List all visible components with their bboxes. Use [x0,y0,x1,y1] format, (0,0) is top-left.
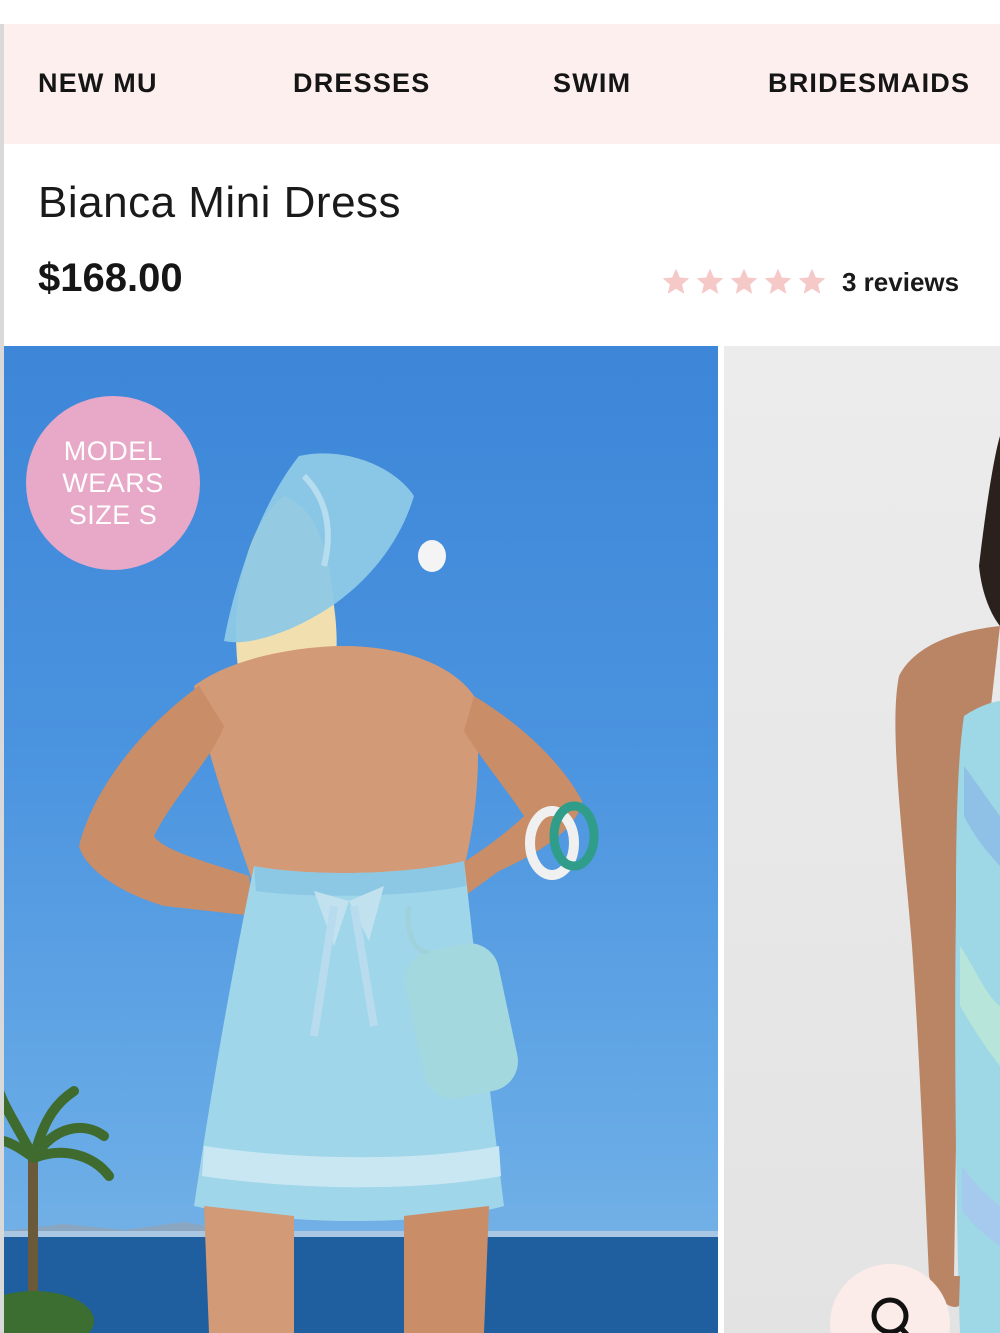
nav-item-swim[interactable]: SWIM [553,68,631,99]
reviews-link[interactable]: 3 reviews [842,267,959,298]
badge-line-2: WEARS [62,468,164,498]
product-price: $168.00 [38,256,183,300]
star-icon [798,268,826,294]
nav-item-new-mu[interactable]: NEW MU [38,68,158,99]
product-rating[interactable]: 3 reviews [660,262,959,302]
star-icon [662,268,690,294]
star-icon [730,268,758,294]
category-nav: NEW MU DRESSES SWIM BRIDESMAIDS [4,24,1000,144]
product-photo-model-front [895,436,1000,1333]
star-icon [764,268,792,294]
zoom-button[interactable] [830,1264,950,1333]
star-icon [696,268,724,294]
nav-item-bridesmaids[interactable]: BRIDESMAIDS [768,68,970,99]
search-icon [871,1297,910,1333]
product-title: Bianca Mini Dress [38,178,402,227]
status-strip [0,0,1000,24]
rating-stars [660,266,828,298]
badge-line-1: MODEL [63,436,163,466]
product-image-secondary[interactable] [724,346,1000,1333]
nav-item-dresses[interactable]: DRESSES [293,68,430,99]
size-badge: MODEL WEARS SIZE S [26,396,200,570]
badge-line-3: SIZE S [68,500,158,530]
product-image-main[interactable]: MODEL WEARS SIZE S [4,346,718,1333]
